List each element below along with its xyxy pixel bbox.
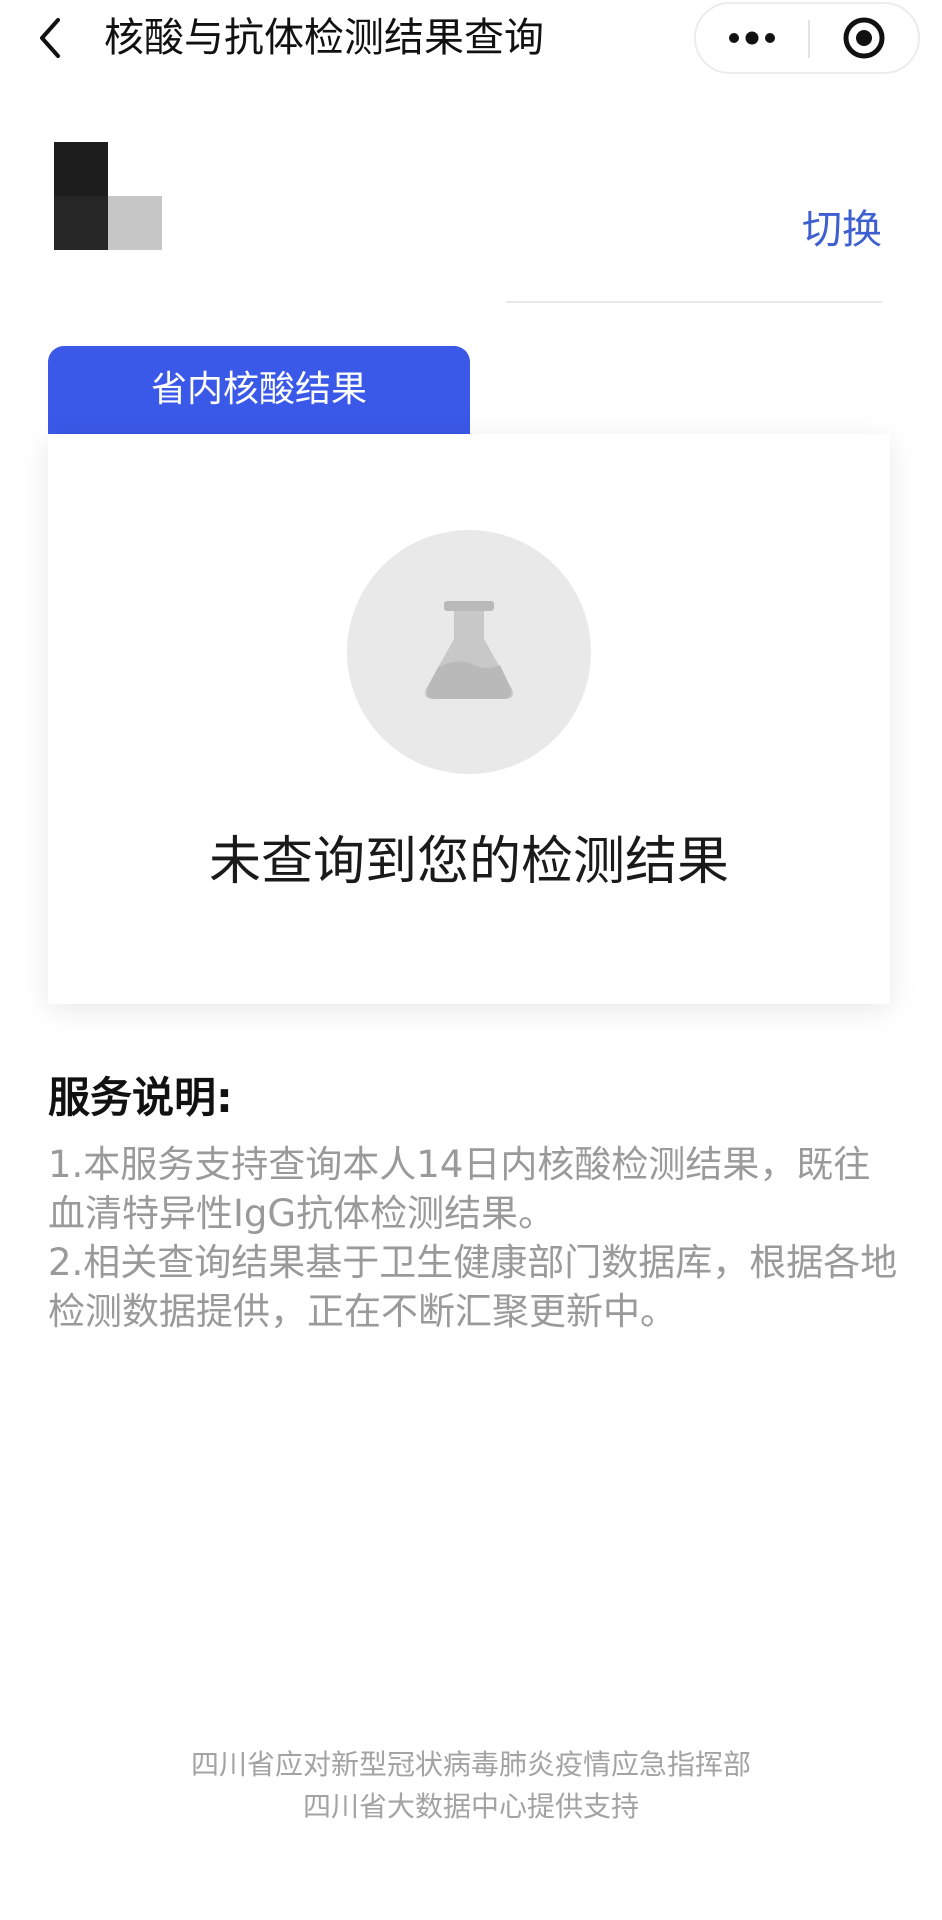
page-title: 核酸与抗体检测结果查询 [104,15,544,61]
avatar [54,142,162,250]
top-navbar: 核酸与抗体检测结果查询 [0,0,942,80]
result-card: 未查询到您的检测结果 [48,434,890,1004]
empty-result-message: 未查询到您的检测结果 [208,832,729,892]
flask-icon [425,601,513,699]
service-item: 1.本服务支持查询本人14日内核酸检测结果，既往血清特异性IgG抗体检测结果。 [48,1143,871,1235]
footer: 四川省应对新型冠状病毒肺炎疫情应急指挥部 四川省大数据中心提供支持 [0,1744,942,1828]
chevron-left-icon [40,18,60,58]
mini-program-capsule [694,2,920,74]
switch-user-link[interactable]: 切换 [802,204,882,256]
service-item: 2.相关查询结果基于卫生健康部门数据库，根据各地检测数据提供，正在不断汇聚更新中… [48,1241,898,1333]
service-description-title: 服务说明: [48,1073,233,1122]
empty-state-illustration [347,530,591,774]
footer-organization: 四川省应对新型冠状病毒肺炎疫情应急指挥部 [190,1748,751,1781]
close-mini-program-button[interactable] [810,4,918,72]
footer-support: 四川省大数据中心提供支持 [302,1790,639,1823]
divider [506,301,882,303]
more-button[interactable] [696,4,808,72]
tab-provincial-nucleic-acid[interactable]: 省内核酸结果 [48,346,470,434]
target-circle-icon [843,17,885,59]
back-button[interactable] [30,10,70,66]
service-description-body: 1.本服务支持查询本人14日内核酸检测结果，既往血清特异性IgG抗体检测结果。 … [48,1140,898,1336]
more-dots-icon [729,31,775,45]
